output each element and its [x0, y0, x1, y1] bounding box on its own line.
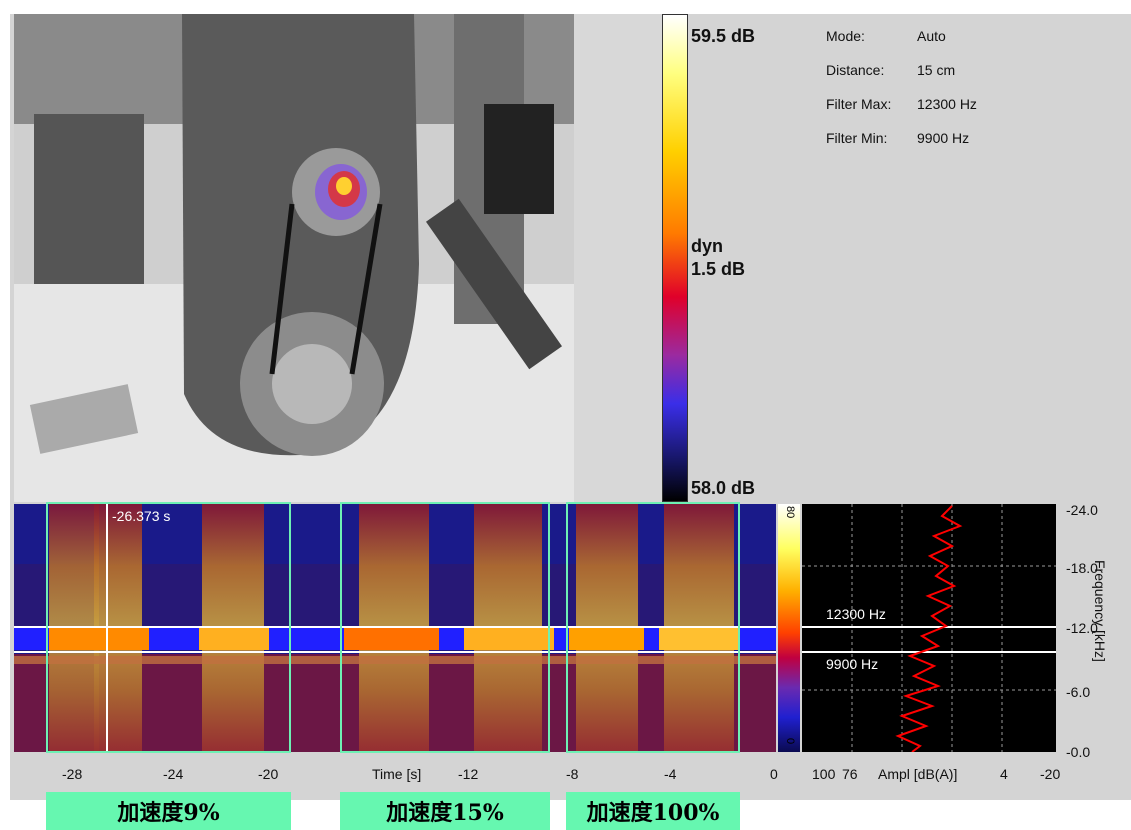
time-tick: -20: [258, 766, 279, 782]
time-axis-label: Time [s]: [372, 766, 422, 782]
info-value: 15 cm: [917, 62, 956, 78]
segment-box-15: [340, 502, 550, 753]
amplitude-spectrum-panel[interactable]: [802, 504, 1056, 752]
info-value: 9900 Hz: [917, 130, 970, 146]
info-key: Filter Max:: [826, 96, 892, 112]
info-row-filter-max: Filter Max: 12300 Hz: [826, 96, 977, 130]
info-row-filter-min: Filter Min: 9900 Hz: [826, 130, 977, 164]
time-tick: 0: [770, 766, 778, 782]
accel-label-100: 加速度100%: [566, 792, 740, 830]
frequency-axis-label: Frequency [kHz]: [1092, 560, 1108, 662]
accel-label-15: 加速度15%: [340, 792, 550, 830]
scale-max-label: 59.5 dB: [691, 26, 756, 46]
amp-tick: -20: [1040, 766, 1061, 782]
legend-bottom-label: 0: [784, 738, 796, 745]
time-tick: -8: [566, 766, 579, 782]
info-row-distance: Distance: 15 cm: [826, 62, 977, 96]
camera-image: [14, 14, 662, 502]
legend-top-label: 80: [784, 506, 796, 519]
amplitude-trace: [802, 504, 1056, 752]
info-value: 12300 Hz: [917, 96, 977, 112]
info-key: Distance:: [826, 62, 885, 78]
accel-label-9: 加速度9%: [46, 792, 291, 830]
info-value: Auto: [917, 28, 946, 44]
info-key: Mode:: [826, 28, 865, 44]
spectrogram-color-legend: [778, 504, 800, 752]
amp-tick: 100: [812, 766, 836, 782]
amp-filter-min-label: 9900 Hz: [826, 656, 879, 672]
scale-min-label: 58.0 dB: [691, 478, 756, 498]
info-key: Filter Min:: [826, 130, 888, 146]
time-tick: -28: [62, 766, 83, 782]
segment-box-9: [46, 502, 291, 753]
camera-view[interactable]: [14, 14, 662, 502]
time-tick: -24: [163, 766, 184, 782]
amp-tick: 76: [842, 766, 858, 782]
color-scale-bar: [662, 14, 688, 502]
info-panel: Mode: Auto Distance: 15 cm Filter Max: 1…: [826, 28, 977, 164]
info-row-mode: Mode: Auto: [826, 28, 977, 62]
freq-tick: -24.0: [1066, 502, 1098, 518]
scale-dyn-value: 1.5 dB: [691, 259, 746, 279]
freq-tick: -6.0: [1066, 684, 1091, 700]
amp-filter-max-label: 12300 Hz: [826, 606, 886, 622]
segment-box-100: [566, 502, 740, 753]
amp-axis-label: Ampl [dB(A)]: [878, 766, 958, 782]
amp-tick: 4: [1000, 766, 1008, 782]
freq-tick: -0.0: [1066, 744, 1091, 760]
scale-dyn-label: dyn: [691, 236, 724, 256]
time-tick: -4: [664, 766, 677, 782]
time-tick: -12: [458, 766, 479, 782]
